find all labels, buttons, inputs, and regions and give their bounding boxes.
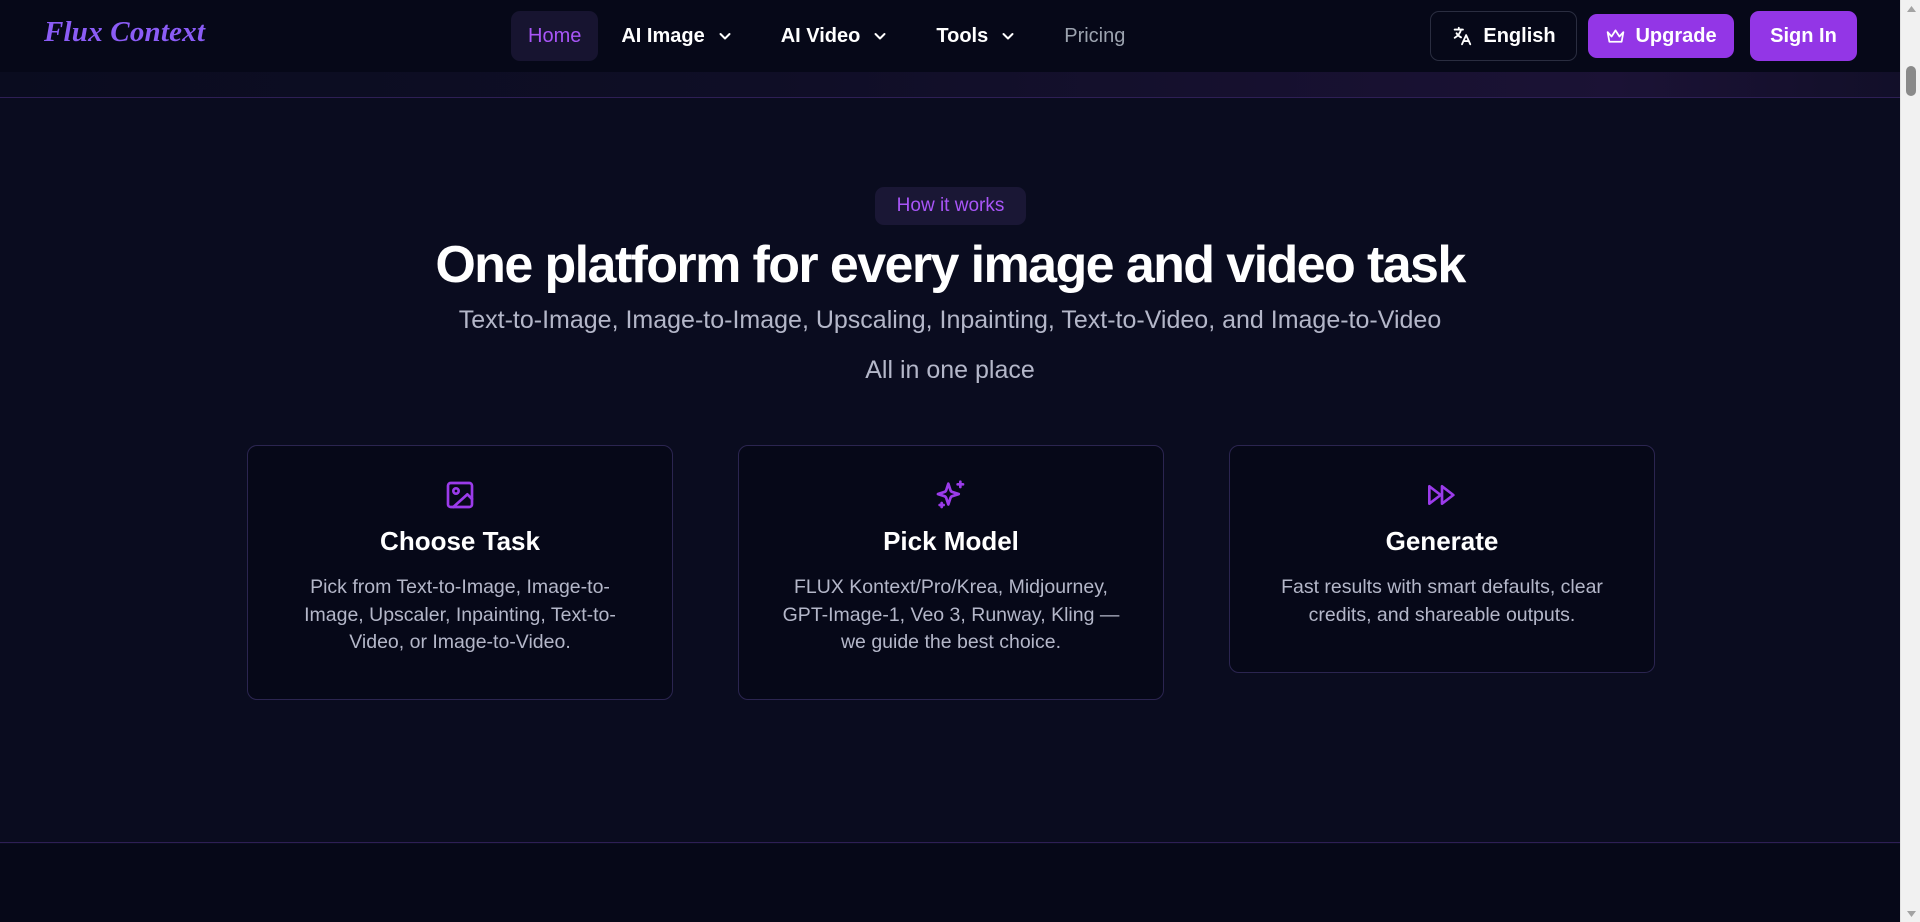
signin-button[interactable]: Sign In — [1750, 11, 1857, 61]
nav-tools[interactable]: Tools — [919, 11, 1033, 61]
nav-ai-video-label: AI Video — [780, 24, 861, 47]
fast-forward-icon — [1428, 485, 1455, 505]
chevron-down-icon — [1002, 33, 1014, 40]
card-title: Pick Model — [883, 526, 1019, 556]
next-section — [0, 844, 1900, 922]
upgrade-label: Upgrade — [1635, 24, 1717, 47]
signin-label: Sign In — [1770, 24, 1837, 47]
page-scrollbar[interactable] — [1900, 0, 1920, 922]
language-label: English — [1483, 24, 1556, 47]
sparkles-icon — [936, 480, 965, 509]
scroll-up-icon[interactable] — [1901, 0, 1920, 17]
nav-pricing-label: Pricing — [1064, 24, 1126, 47]
nav-home[interactable]: Home — [511, 11, 599, 61]
how-it-works-section: How it works One platform for every imag… — [0, 99, 1900, 843]
top-navbar: Flux Context Home AI Image AI Video Tool… — [0, 0, 1900, 72]
chevron-down-icon — [719, 33, 731, 40]
section-badge: How it works — [875, 187, 1026, 225]
upgrade-button[interactable]: Upgrade — [1588, 14, 1734, 58]
main-nav: Home AI Image AI Video Tools Pricing — [511, 11, 1142, 61]
card-title: Generate — [1385, 526, 1499, 556]
step-card-pick-model: Pick Model FLUX Kontext/Pro/Krea, Midjou… — [738, 445, 1164, 700]
step-card-choose-task: Choose Task Pick from Text-to-Image, Ima… — [247, 445, 673, 700]
section-subtitle-2: All in one place — [865, 356, 1035, 384]
section-subtitle: Text-to-Image, Image-to-Image, Upscaling… — [458, 306, 1442, 334]
nav-ai-image-label: AI Image — [621, 24, 705, 47]
hero-bottom-strip — [0, 72, 1900, 98]
card-title: Choose Task — [380, 526, 540, 556]
nav-tools-label: Tools — [936, 24, 989, 47]
crown-icon — [1607, 29, 1625, 43]
language-button[interactable]: English — [1430, 11, 1577, 61]
page: Flux Context Home AI Image AI Video Tool… — [0, 0, 1920, 922]
card-description: FLUX Kontext/Pro/Krea, Midjourney, GPT-I… — [782, 576, 1120, 653]
step-card-generate: Generate Fast results with smart default… — [1229, 445, 1655, 673]
nav-home-label: Home — [528, 24, 582, 47]
scroll-down-icon[interactable] — [1901, 905, 1920, 922]
nav-ai-image[interactable]: AI Image — [604, 11, 749, 61]
card-description: Pick from Text-to-Image, Image-to-Image,… — [304, 576, 616, 653]
translate-icon — [1454, 26, 1472, 46]
image-icon — [446, 481, 474, 509]
section-title: One platform for every image and video t… — [435, 236, 1466, 294]
chevron-down-icon — [874, 33, 886, 40]
scrollbar-thumb[interactable] — [1906, 66, 1916, 96]
card-description: Fast results with smart defaults, clear … — [1281, 576, 1603, 626]
nav-ai-video[interactable]: AI Video — [764, 11, 906, 61]
logo[interactable]: Flux Context — [44, 16, 205, 49]
nav-pricing[interactable]: Pricing — [1047, 11, 1142, 61]
